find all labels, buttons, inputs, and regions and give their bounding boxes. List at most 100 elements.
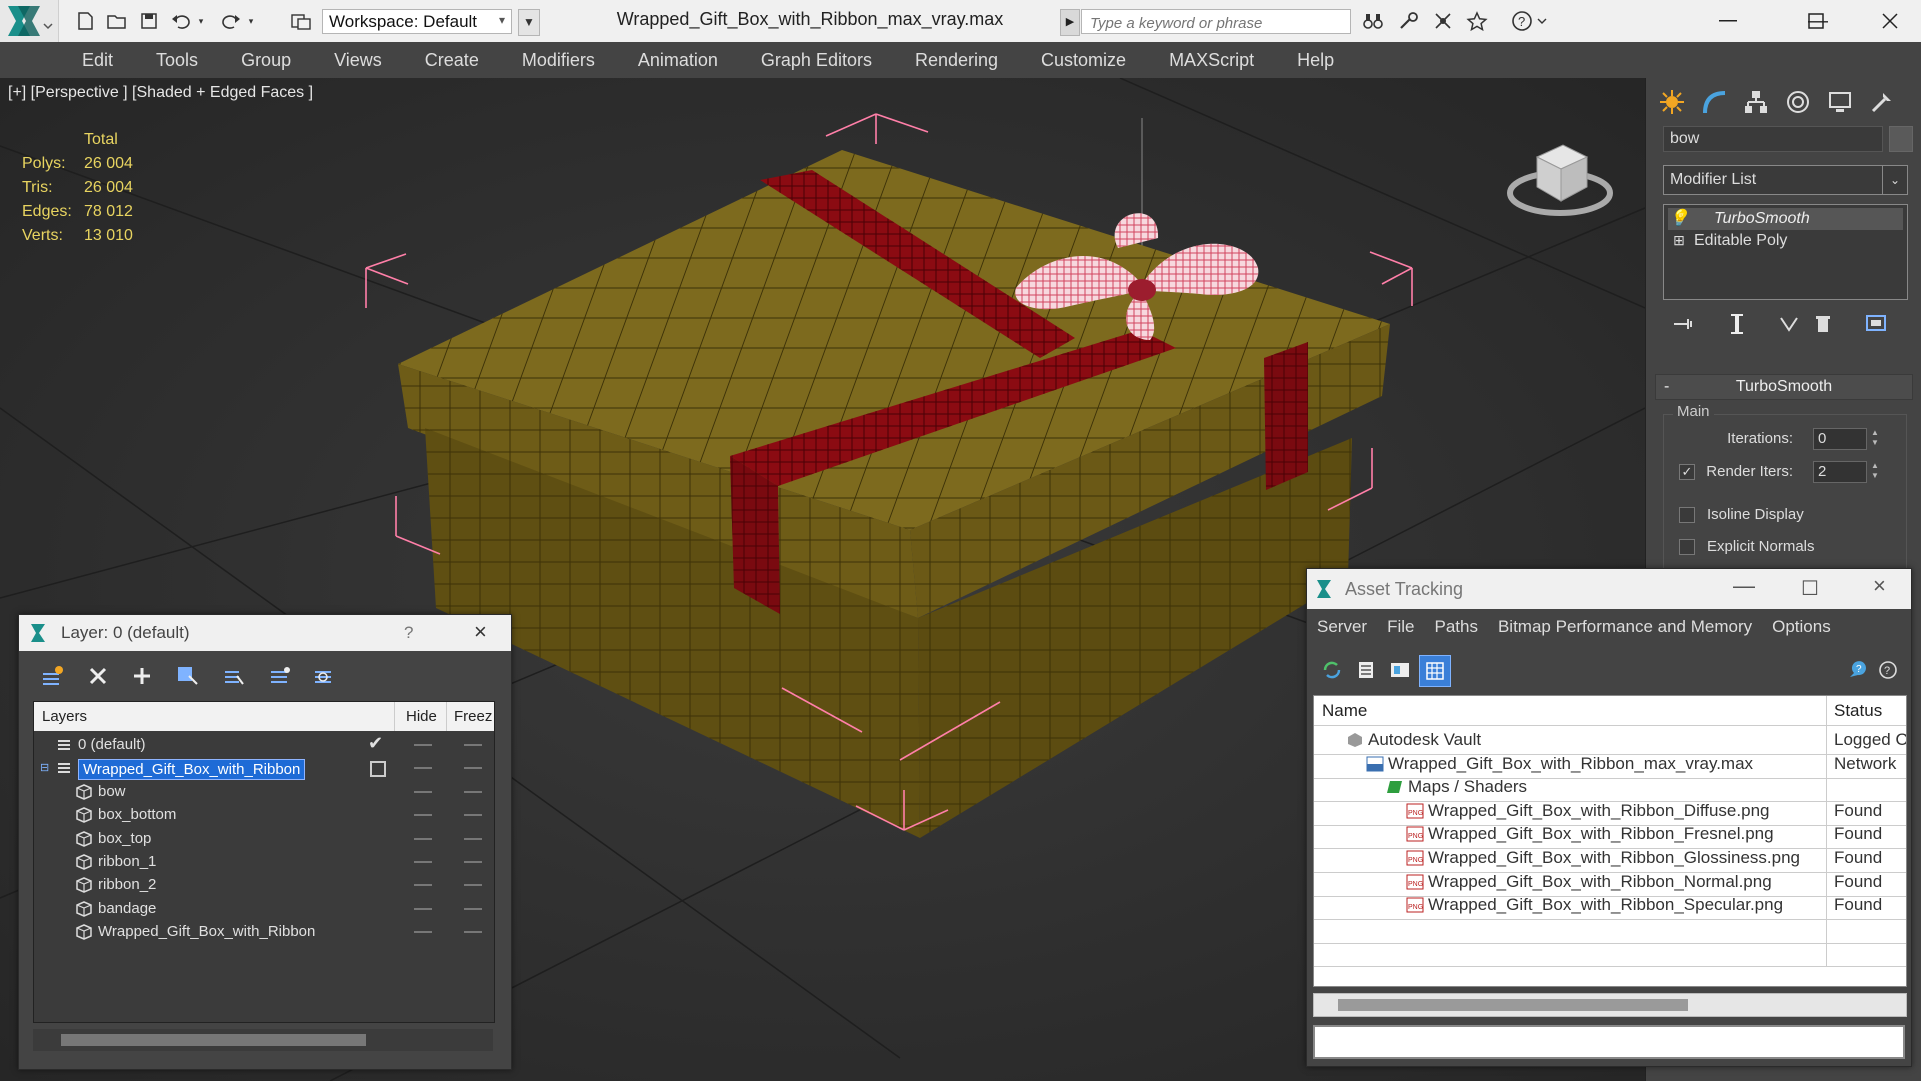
delete-layer-icon[interactable] xyxy=(81,661,115,691)
favorites-star-icon[interactable] xyxy=(1464,9,1490,33)
freeze-toggle[interactable] xyxy=(464,837,482,840)
freeze-toggle[interactable] xyxy=(464,884,482,887)
collapse-icon[interactable]: ⊟ xyxy=(40,761,56,777)
pin-stack-icon[interactable] xyxy=(1668,311,1698,337)
spinner-arrows-icon[interactable]: ▲ ▼ xyxy=(1869,428,1881,450)
freeze-toggle[interactable] xyxy=(464,814,482,817)
object-color-swatch[interactable] xyxy=(1889,126,1913,152)
hide-toggle[interactable] xyxy=(414,814,432,817)
undo-dropdown-icon[interactable]: ▾ xyxy=(194,9,208,33)
menu-tools[interactable]: Tools xyxy=(132,50,217,71)
utilities-tab-icon[interactable] xyxy=(1864,84,1900,120)
hide-toggle[interactable] xyxy=(414,861,432,863)
asset-path-field[interactable] xyxy=(1313,1025,1905,1059)
freeze-toggle[interactable] xyxy=(464,931,482,934)
hide-toggle[interactable] xyxy=(414,884,432,887)
active-layer-check-icon[interactable]: ✔ xyxy=(368,733,383,754)
menu-create[interactable]: Create xyxy=(401,50,498,71)
show-end-result-icon[interactable] xyxy=(1722,311,1752,337)
menu-graph-editors[interactable]: Graph Editors xyxy=(737,50,891,71)
explicit-normals-checkbox[interactable] xyxy=(1679,539,1695,555)
freeze-toggle[interactable] xyxy=(464,744,482,746)
new-layer-icon[interactable] xyxy=(35,661,69,691)
workspace-dropdown[interactable]: Workspace: Default ▾ xyxy=(322,9,512,34)
viewcube-icon[interactable] xyxy=(1505,123,1615,223)
scrollbar-thumb[interactable] xyxy=(61,1034,366,1046)
freeze-toggle[interactable] xyxy=(464,790,482,793)
key-tools-icon[interactable] xyxy=(1396,9,1422,33)
isoline-display-checkbox[interactable] xyxy=(1679,507,1695,523)
object-row[interactable]: Wrapped_Gift_Box_with_Ribbon xyxy=(34,918,494,946)
freeze-toggle[interactable] xyxy=(464,767,482,770)
refresh-icon[interactable] xyxy=(1317,655,1347,685)
maximize-icon[interactable]: ☐ xyxy=(1801,576,1819,601)
remove-modifier-icon[interactable] xyxy=(1808,311,1838,337)
layer-explorer-titlebar[interactable]: Layer: 0 (default) ? × xyxy=(19,615,511,651)
horizontal-scrollbar[interactable] xyxy=(33,1029,493,1051)
search-expand-icon[interactable]: ▶ xyxy=(1060,9,1080,36)
thumbnail-view-icon[interactable] xyxy=(1385,655,1415,685)
add-to-layer-icon[interactable] xyxy=(125,661,159,691)
open-file-icon[interactable] xyxy=(104,9,130,33)
hide-unhide-all-icon[interactable] xyxy=(307,661,341,691)
lightbulb-icon[interactable]: 💡 xyxy=(1668,208,1690,228)
menu-paths[interactable]: Paths xyxy=(1424,617,1487,637)
scrollbar-thumb[interactable] xyxy=(1338,999,1688,1011)
help-bubble-icon[interactable]: ? xyxy=(1843,655,1873,685)
hide-toggle[interactable] xyxy=(414,837,432,840)
horizontal-scrollbar[interactable] xyxy=(1313,993,1907,1017)
column-freeze[interactable]: Freez xyxy=(454,708,492,725)
new-file-icon[interactable] xyxy=(72,9,98,33)
hide-toggle[interactable] xyxy=(414,931,432,934)
hide-toggle[interactable] xyxy=(414,767,432,770)
search-field[interactable] xyxy=(1081,9,1351,34)
menu-rendering[interactable]: Rendering xyxy=(891,50,1017,71)
hide-toggle[interactable] xyxy=(414,790,432,793)
make-unique-icon[interactable] xyxy=(1774,311,1804,337)
highlight-selected-icon[interactable] xyxy=(217,661,251,691)
menu-modifiers[interactable]: Modifiers xyxy=(498,50,614,71)
render-iters-spinner[interactable]: 2 xyxy=(1813,461,1867,483)
communication-icon[interactable] xyxy=(1430,9,1456,33)
viewport-label[interactable]: [+] [Perspective ] [Shaded + Edged Faces… xyxy=(8,84,313,102)
freeze-toggle[interactable] xyxy=(464,861,482,863)
binoculars-icon[interactable] xyxy=(1360,9,1386,33)
asset-tracking-titlebar[interactable]: Asset Tracking — ☐ × xyxy=(1307,569,1911,609)
rollout-header[interactable]: - TurboSmooth xyxy=(1655,374,1913,400)
minimize-icon[interactable]: — xyxy=(1733,573,1755,599)
create-tab-icon[interactable] xyxy=(1654,84,1690,120)
menu-animation[interactable]: Animation xyxy=(614,50,737,71)
stack-item-turbosmooth[interactable]: 💡 TurboSmooth xyxy=(1668,208,1903,230)
modify-tab-icon[interactable] xyxy=(1696,84,1732,120)
workspace-menu-icon[interactable]: ▼ xyxy=(518,9,540,36)
menu-file[interactable]: File xyxy=(1377,617,1424,637)
close-icon[interactable]: × xyxy=(474,619,487,645)
save-icon[interactable] xyxy=(136,9,162,33)
column-hide[interactable]: Hide xyxy=(406,708,437,725)
minimize-button[interactable] xyxy=(1700,0,1756,42)
stack-item-editable-poly[interactable]: ⊞ Editable Poly xyxy=(1668,232,1903,254)
project-folder-icon[interactable] xyxy=(288,9,314,33)
display-tab-icon[interactable] xyxy=(1822,84,1858,120)
expand-plus-icon[interactable]: ⊞ xyxy=(1668,232,1690,249)
menu-bitmap-performance[interactable]: Bitmap Performance and Memory xyxy=(1488,617,1762,637)
table-view-icon[interactable] xyxy=(1419,655,1451,687)
menu-maxscript[interactable]: MAXScript xyxy=(1145,50,1273,71)
set-current-layer-icon[interactable] xyxy=(370,761,386,778)
online-help-icon[interactable]: ? xyxy=(1873,655,1903,685)
menu-group[interactable]: Group xyxy=(217,50,310,71)
close-icon[interactable]: × xyxy=(1873,573,1886,599)
freeze-toggle[interactable] xyxy=(464,907,482,910)
hierarchy-tab-icon[interactable] xyxy=(1738,84,1774,120)
motion-tab-icon[interactable] xyxy=(1780,84,1816,120)
maximize-icon[interactable] xyxy=(1788,0,1844,42)
undo-icon[interactable] xyxy=(168,9,194,33)
help-icon[interactable]: ? xyxy=(1508,9,1552,33)
menu-help[interactable]: Help xyxy=(1273,50,1353,71)
configure-modifier-sets-icon[interactable] xyxy=(1862,311,1892,337)
column-name[interactable]: Name xyxy=(1322,701,1367,721)
redo-dropdown-icon[interactable]: ▾ xyxy=(244,9,258,33)
iterations-spinner[interactable]: 0 xyxy=(1813,428,1867,450)
collapse-icon[interactable]: - xyxy=(1664,375,1669,399)
column-layers[interactable]: Layers xyxy=(42,708,87,725)
